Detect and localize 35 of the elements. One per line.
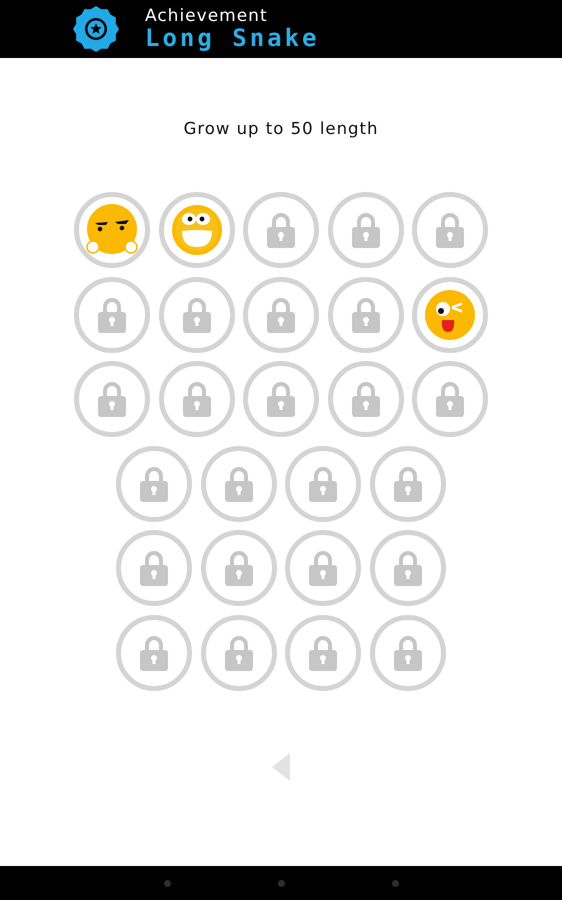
padlock-icon xyxy=(435,212,465,248)
padlock-icon xyxy=(392,634,423,670)
padlock-icon xyxy=(224,634,254,670)
padlock-icon xyxy=(392,466,423,502)
padlock-icon xyxy=(97,381,127,417)
padlock-icon xyxy=(392,550,423,586)
padlock-icon xyxy=(139,634,170,670)
grinning-face-icon xyxy=(170,203,224,257)
padlock-icon xyxy=(435,381,465,417)
padlock-icon xyxy=(182,381,212,417)
padlock-icon xyxy=(139,550,170,586)
nav-button[interactable] xyxy=(278,880,284,886)
padlock-icon xyxy=(266,212,296,248)
padlock-icon xyxy=(308,550,338,586)
back-arrow-icon[interactable] xyxy=(272,752,290,780)
nav-button[interactable] xyxy=(164,880,170,886)
header-label: Achievement xyxy=(145,7,269,25)
padlock-icon xyxy=(350,381,380,417)
achievement-title: Long Snake xyxy=(145,25,320,51)
padlock-icon xyxy=(224,466,254,502)
padlock-icon xyxy=(266,296,296,332)
padlock-icon xyxy=(182,296,212,332)
smug-face-icon xyxy=(85,203,139,257)
padlock-icon xyxy=(308,634,338,670)
winking-face-icon xyxy=(423,288,477,342)
padlock-icon xyxy=(308,466,338,502)
achievement-description: Grow up to 50 length xyxy=(184,119,378,139)
padlock-icon xyxy=(97,296,127,332)
padlock-icon xyxy=(266,381,296,417)
padlock-icon xyxy=(224,550,254,586)
nav-button[interactable] xyxy=(392,880,398,886)
padlock-icon xyxy=(139,466,170,502)
padlock-icon xyxy=(350,296,380,332)
badge-star-icon xyxy=(73,6,119,52)
padlock-icon xyxy=(350,212,380,248)
